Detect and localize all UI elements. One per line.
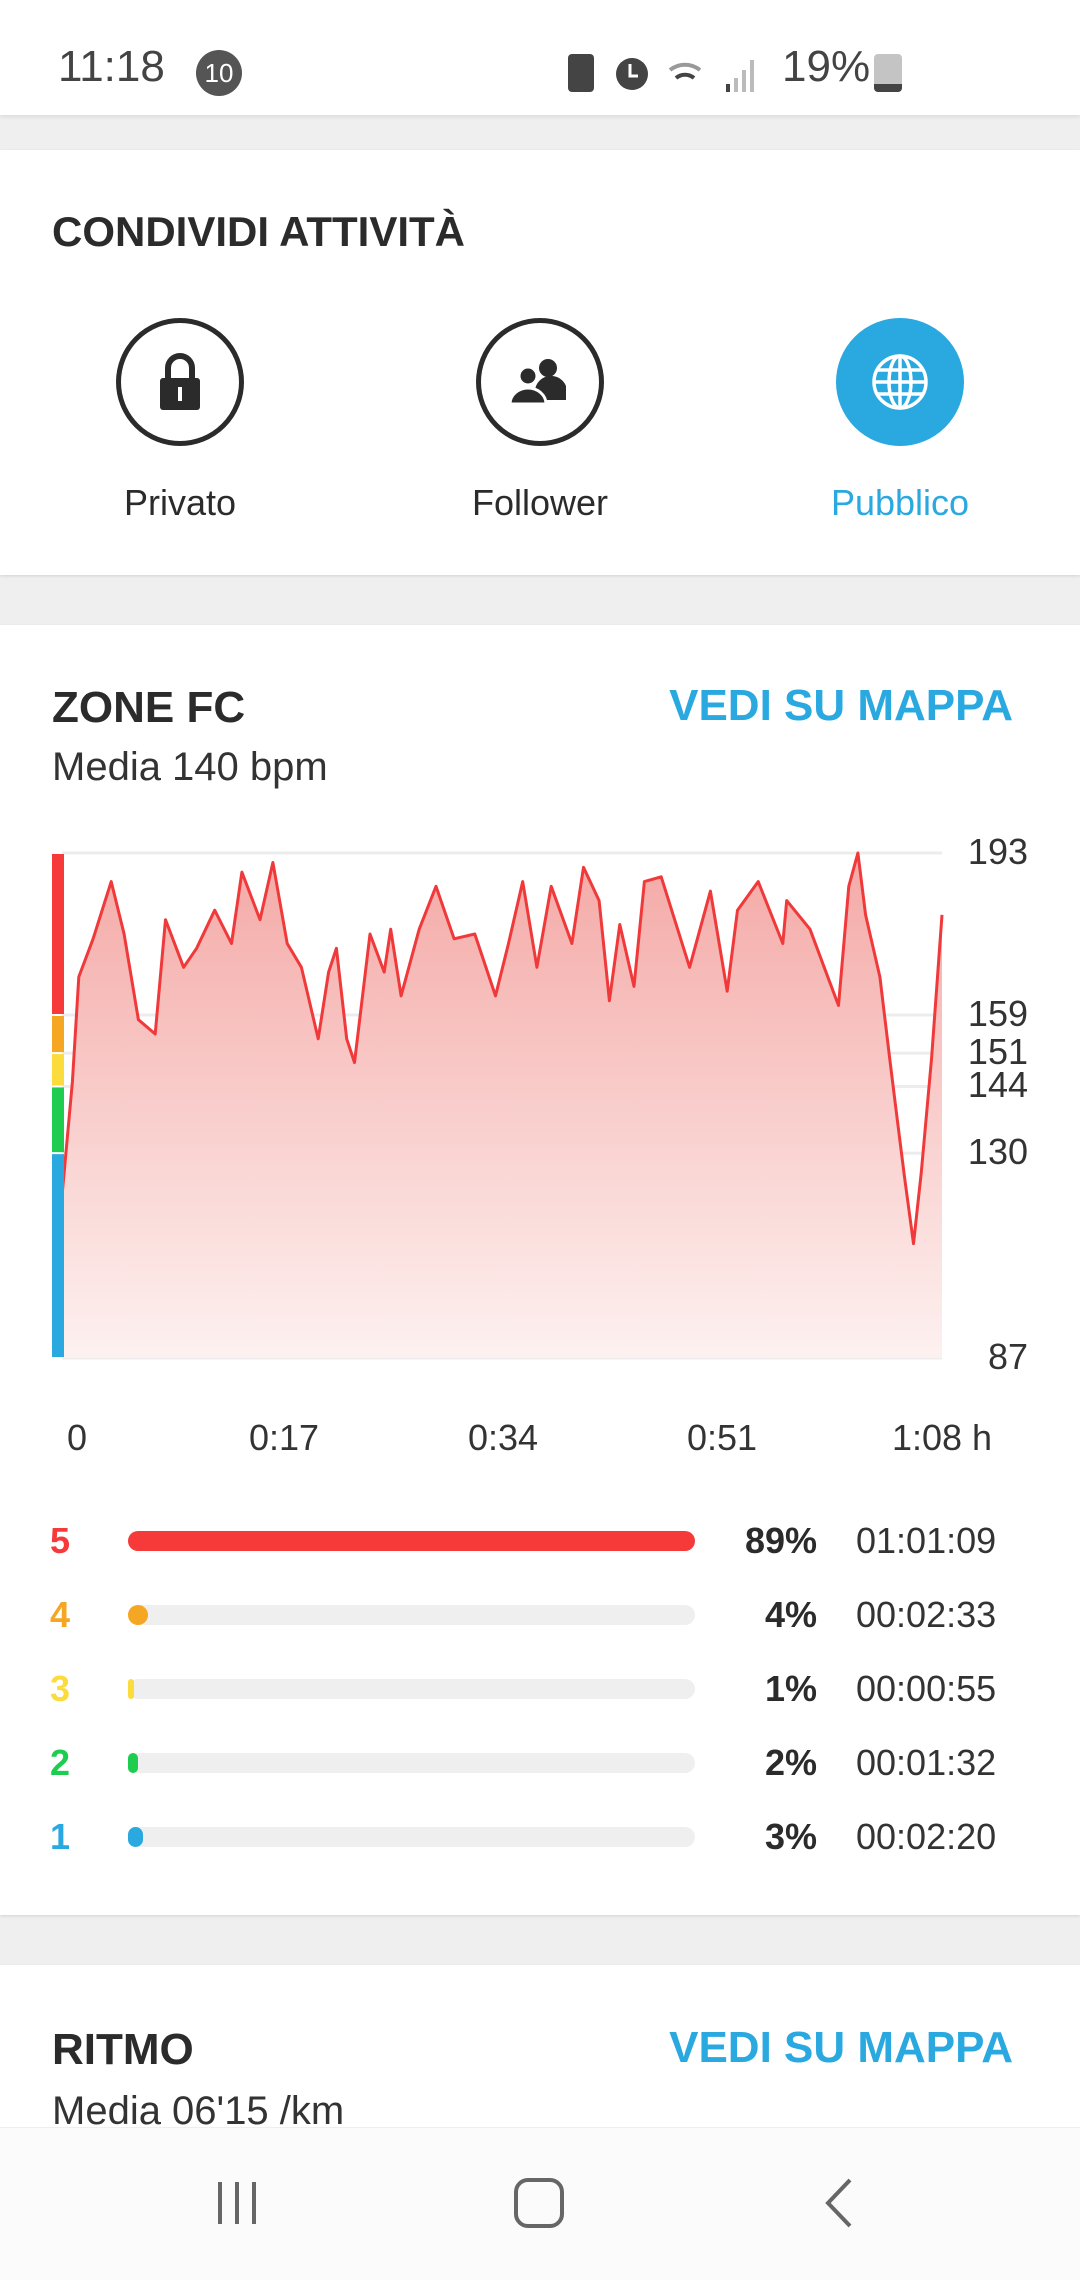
zone-time: 00:02:33 bbox=[856, 1594, 997, 1635]
wifi-icon bbox=[668, 62, 702, 80]
zone-progress-fill bbox=[128, 1827, 144, 1847]
share-title: CONDIVIDI ATTIVITÀ bbox=[52, 208, 465, 255]
pace-title: RITMO bbox=[52, 2025, 194, 2074]
back-icon[interactable] bbox=[820, 2176, 860, 2230]
zone-time: 00:01:32 bbox=[856, 1742, 997, 1783]
y-tick-label: 193 bbox=[967, 831, 1028, 872]
option-label: Pubblico bbox=[830, 482, 970, 523]
x-tick-label: 0:51 bbox=[686, 1417, 758, 1458]
zone-band bbox=[52, 1087, 64, 1153]
x-tick-label: 1:08 h bbox=[891, 1417, 993, 1458]
y-tick-label: 87 bbox=[987, 1336, 1028, 1377]
zone-percent: 89% bbox=[744, 1520, 817, 1561]
zone-progress-bar bbox=[128, 1753, 695, 1773]
privacy-option-follower[interactable]: Follower bbox=[390, 318, 690, 524]
zone-progress-fill bbox=[128, 1679, 134, 1699]
zone-progress-bar bbox=[128, 1605, 695, 1625]
zone-time: 00:02:20 bbox=[856, 1816, 997, 1857]
privacy-option-private[interactable]: Privato bbox=[30, 318, 330, 524]
option-label: Follower bbox=[471, 482, 609, 523]
people-icon bbox=[476, 318, 604, 446]
zone-progress-fill bbox=[128, 1605, 149, 1625]
zone-progress-bar bbox=[128, 1827, 695, 1847]
y-tick-label: 159 bbox=[967, 992, 1028, 1034]
zone-time: 00:00:55 bbox=[856, 1668, 997, 1709]
option-label: Privato bbox=[123, 482, 237, 523]
y-tick-label: 144 bbox=[967, 1064, 1028, 1106]
pace-map-link[interactable]: VEDI SU MAPPA bbox=[669, 2023, 1013, 2073]
y-tick-label: 130 bbox=[967, 1131, 1028, 1173]
zone-progress-fill bbox=[128, 1753, 139, 1773]
zone-band bbox=[52, 1015, 64, 1053]
zone-progress-fill bbox=[128, 1531, 695, 1551]
zone-band bbox=[52, 1054, 64, 1086]
share-activity-card: CONDIVIDI ATTIVITÀ Privato Follower Pubb… bbox=[0, 150, 1080, 575]
battery-saver-icon bbox=[568, 54, 594, 92]
globe-icon bbox=[836, 318, 964, 446]
notification-count-badge: 10 bbox=[196, 50, 242, 96]
alarm-icon bbox=[616, 58, 648, 90]
hr-chart bbox=[52, 851, 944, 1360]
zone-band bbox=[52, 854, 64, 1014]
battery-percent: 19% bbox=[782, 42, 871, 91]
x-tick-label: 0:17 bbox=[248, 1417, 320, 1458]
lock-icon bbox=[116, 318, 244, 446]
home-icon[interactable] bbox=[514, 2178, 564, 2228]
zone-band bbox=[52, 1154, 64, 1357]
zone-percent: 1% bbox=[764, 1668, 817, 1709]
zone-percent: 2% bbox=[764, 1742, 817, 1783]
battery-icon bbox=[874, 54, 902, 92]
zone-number: 3 bbox=[50, 1668, 71, 1709]
zone-percent: 3% bbox=[764, 1816, 817, 1857]
hr-average: Media 140 bpm bbox=[52, 745, 328, 789]
hr-title: ZONE FC bbox=[52, 683, 246, 732]
zone-number: 4 bbox=[50, 1594, 71, 1635]
zone-number: 5 bbox=[50, 1520, 71, 1561]
zone-time: 01:01:09 bbox=[856, 1520, 997, 1561]
status-bar: 11:18 10 19% bbox=[0, 0, 1080, 115]
zone-progress-bar bbox=[128, 1531, 695, 1551]
signal-icon bbox=[726, 60, 754, 92]
navigation-bar bbox=[0, 2127, 1080, 2280]
privacy-option-public[interactable]: Pubblico bbox=[750, 318, 1050, 524]
hr-map-link[interactable]: VEDI SU MAPPA bbox=[669, 681, 1013, 731]
zone-percent: 4% bbox=[764, 1594, 817, 1635]
zone-number: 2 bbox=[50, 1742, 71, 1783]
clock: 11:18 bbox=[58, 42, 165, 91]
zone-progress-bar bbox=[128, 1679, 695, 1699]
zone-number: 1 bbox=[50, 1816, 71, 1857]
recent-apps-icon[interactable] bbox=[212, 2178, 262, 2228]
x-tick-label: 0 bbox=[66, 1417, 88, 1458]
x-tick-label: 0:34 bbox=[467, 1417, 539, 1458]
